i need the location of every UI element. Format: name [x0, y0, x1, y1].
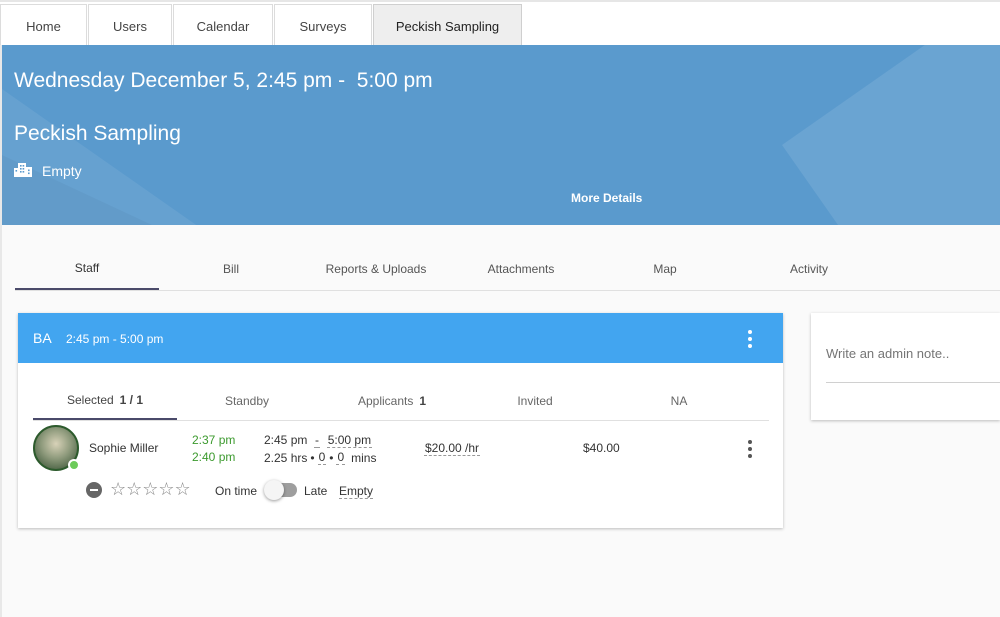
event-location: Empty	[14, 161, 82, 180]
tab-selected[interactable]: Selected 1 / 1	[33, 381, 177, 420]
tab-na[interactable]: NA	[607, 381, 751, 420]
scheduled-start[interactable]: 2:45 pm	[264, 433, 307, 447]
scheduled-time[interactable]: 2:45 pm - 5:00 pm	[264, 433, 373, 448]
tab-invited-label: Invited	[517, 393, 553, 408]
nav-tab-home[interactable]: Home	[0, 4, 87, 47]
shift-header: BA 2:45 pm - 5:00 pm	[18, 313, 783, 363]
tab-applicants[interactable]: Applicants 1	[320, 381, 464, 420]
pay-rate-value[interactable]: $20.00 /hr	[424, 441, 481, 456]
admin-note-card	[811, 313, 1000, 420]
section-tabs: Staff Bill Reports & Uploads Attachments…	[15, 248, 1000, 291]
pay-rate[interactable]: $20.00 /hr	[424, 441, 481, 456]
scheduled-dash: -	[314, 433, 321, 448]
shift-card: BA 2:45 pm - 5:00 pm Selected 1 / 1 Stan…	[18, 313, 783, 528]
remove-circle-icon[interactable]	[86, 482, 102, 498]
admin-note-input[interactable]	[826, 346, 1000, 361]
shift-role: BA	[33, 330, 52, 346]
break-field-1[interactable]: 0	[317, 450, 327, 465]
tab-standby-label: Standby	[224, 393, 270, 408]
separator-dot: •	[310, 450, 315, 465]
on-time-label: On time	[215, 484, 258, 498]
tab-invited[interactable]: Invited	[463, 381, 607, 420]
event-hero: Wednesday December 5, 2:45 pm - 5:00 pm …	[2, 45, 1000, 225]
more-vert-icon[interactable]	[747, 330, 753, 348]
input-underline	[826, 382, 1000, 383]
hours-value: 2.25 hrs	[264, 450, 308, 465]
break-field-2[interactable]: 0	[336, 450, 346, 465]
tab-na-label: NA	[670, 393, 688, 408]
top-nav: Home Users Calendar Surveys Peckish Samp…	[0, 0, 1000, 47]
hero-decoration	[782, 45, 1000, 225]
location-label[interactable]: Empty	[42, 163, 82, 179]
online-status-dot	[68, 459, 80, 471]
pay-total: $40.00	[583, 441, 620, 455]
clock-in-time: 2:37 pm	[192, 433, 236, 447]
late-toggle[interactable]	[264, 480, 297, 500]
staff-name[interactable]: Sophie Miller	[89, 441, 158, 455]
staff-status-tabs: Selected 1 / 1 Standby Applicants 1 Invi…	[33, 381, 769, 421]
tab-applicants-count: 1	[419, 393, 427, 408]
tab-standby[interactable]: Standby	[175, 381, 319, 420]
event-title: Peckish Sampling	[14, 122, 181, 145]
tab-activity[interactable]: Activity	[737, 248, 881, 290]
more-details-link[interactable]: More Details	[571, 191, 642, 205]
tab-reports-uploads[interactable]: Reports & Uploads	[304, 248, 448, 290]
toggle-knob	[264, 480, 284, 500]
building-icon	[14, 161, 42, 180]
star-rating[interactable]: ☆☆☆☆☆	[110, 479, 191, 500]
tab-staff[interactable]: Staff	[15, 248, 159, 290]
late-label: Late	[304, 484, 328, 498]
shift-time: 2:45 pm - 5:00 pm	[66, 332, 164, 346]
nav-tab-peckish-sampling[interactable]: Peckish Sampling	[373, 4, 522, 47]
tab-selected-label: Selected	[66, 392, 114, 407]
scheduled-end[interactable]: 5:00 pm	[326, 433, 373, 448]
separator-dot: •	[329, 450, 334, 465]
clock-out-time: 2:40 pm	[192, 450, 236, 464]
tab-map[interactable]: Map	[593, 248, 737, 290]
nav-tab-surveys[interactable]: Surveys	[274, 4, 372, 47]
avatar[interactable]	[33, 425, 80, 471]
tab-bill[interactable]: Bill	[159, 248, 303, 290]
tab-selected-count: 1 / 1	[119, 392, 144, 407]
staff-note[interactable]: Empty	[339, 484, 374, 499]
shift-duration: 2.25 hrs • 0 • 0 mins	[264, 450, 376, 465]
mins-label: mins	[351, 450, 377, 465]
tab-applicants-label: Applicants	[357, 393, 414, 408]
nav-tab-calendar[interactable]: Calendar	[173, 4, 273, 47]
tab-attachments[interactable]: Attachments	[449, 248, 593, 290]
nav-tab-users[interactable]: Users	[88, 4, 172, 47]
more-vert-icon[interactable]	[747, 440, 753, 458]
event-date-time: Wednesday December 5, 2:45 pm - 5:00 pm	[14, 69, 433, 92]
